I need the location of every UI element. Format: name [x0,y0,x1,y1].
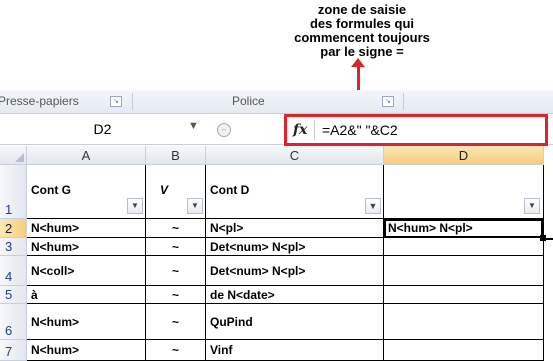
header-label-cont-g: Cont G [31,183,71,197]
row-header-1[interactable]: 1 [0,165,27,219]
cell-c6[interactable]: QuPind [206,304,384,340]
filter-active-icon[interactable]: ▼ [365,198,381,214]
formula-input-highlight: fx =A2&" "&C2 [284,114,548,146]
ribbon-group-clipboard: Presse-papiers [0,94,79,108]
row-header-6[interactable]: 6 [0,304,27,340]
annotation-line-2: des formules qui [309,16,415,31]
formula-cancel-icon[interactable]: – [217,123,231,137]
cell-d6[interactable] [384,304,544,340]
cell-c3[interactable]: Det<num> N<pl> [206,238,384,256]
row-header-7[interactable]: 7 [0,340,27,361]
formula-zone-annotation: zone de saisie des formules qui commence… [262,3,462,59]
dropdown-icon[interactable]: ▼ [187,198,203,214]
cell-d4[interactable] [384,256,544,286]
cell-a7[interactable]: N<hum> [27,340,146,361]
annotation-line-1: zone de saisie [317,2,407,17]
fx-icon[interactable]: fx [293,122,307,138]
column-header-b[interactable]: B [146,146,206,165]
dropdown-icon[interactable]: ▼ [127,198,143,214]
annotation-line-3: commencent toujours [294,30,430,45]
column-header-c[interactable]: C [206,146,384,165]
column-header-a[interactable]: A [27,146,146,165]
cell-a6[interactable]: N<hum> [27,304,146,340]
annotation-line-4: par le signe = [320,44,404,59]
cell-b6[interactable]: ~ [146,304,206,340]
header-cell-d[interactable] [384,165,544,219]
row-header-5[interactable]: 5 [0,286,27,304]
column-header-d[interactable]: D [384,146,544,165]
row-header-2[interactable]: 2 [0,219,27,238]
cell-b5[interactable]: ~ [146,286,206,304]
formula-bar: D2 ▼ – fx =A2&" "&C2 [0,114,553,146]
row-header-3[interactable]: 3 [0,238,27,256]
font-launcher-icon[interactable]: ↘ [382,96,394,107]
cell-a3[interactable]: N<hum> [27,238,146,256]
ribbon-group-font: Police [232,94,265,108]
formula-input[interactable]: =A2&" "&C2 [322,122,398,138]
cell-d7[interactable] [384,340,544,361]
cell-b7[interactable]: ~ [146,340,206,361]
row-header-4[interactable]: 4 [0,256,27,286]
cell-b2[interactable]: ~ [146,219,206,238]
cell-c4[interactable]: Det<num> N<pl> [206,256,384,286]
dropdown-icon[interactable]: ▼ [524,198,540,214]
formula-separator [314,120,315,140]
cell-a2[interactable]: N<hum> [27,219,146,238]
header-label-v: V [160,183,169,197]
name-box-dropdown-icon[interactable]: ▼ [188,120,199,132]
cell-b3[interactable]: ~ [146,238,206,256]
fill-handle[interactable] [540,235,546,241]
cell-a4[interactable]: N<coll> [27,256,146,286]
cell-d3[interactable] [384,238,544,256]
ribbon-group-bar: Presse-papiers ↘ Police ↘ [0,90,553,114]
ribbon-separator [132,93,133,110]
clipboard-launcher-icon[interactable]: ↘ [110,96,122,107]
name-box[interactable]: D2 [2,119,203,139]
active-cell-border [384,219,543,238]
select-all-corner[interactable] [0,146,27,165]
cell-b4[interactable]: ~ [146,256,206,286]
header-label-cont-d: Cont D [210,183,250,197]
cell-a5[interactable]: à [27,286,146,304]
cell-c2[interactable]: N<pl> [206,219,384,238]
cell-d5[interactable] [384,286,544,304]
header-cell-cont-d[interactable]: Cont D [206,165,384,219]
cell-c5[interactable]: de N<date> [206,286,384,304]
ribbon-separator [403,93,404,110]
cell-c7[interactable]: Vinf [206,340,384,361]
